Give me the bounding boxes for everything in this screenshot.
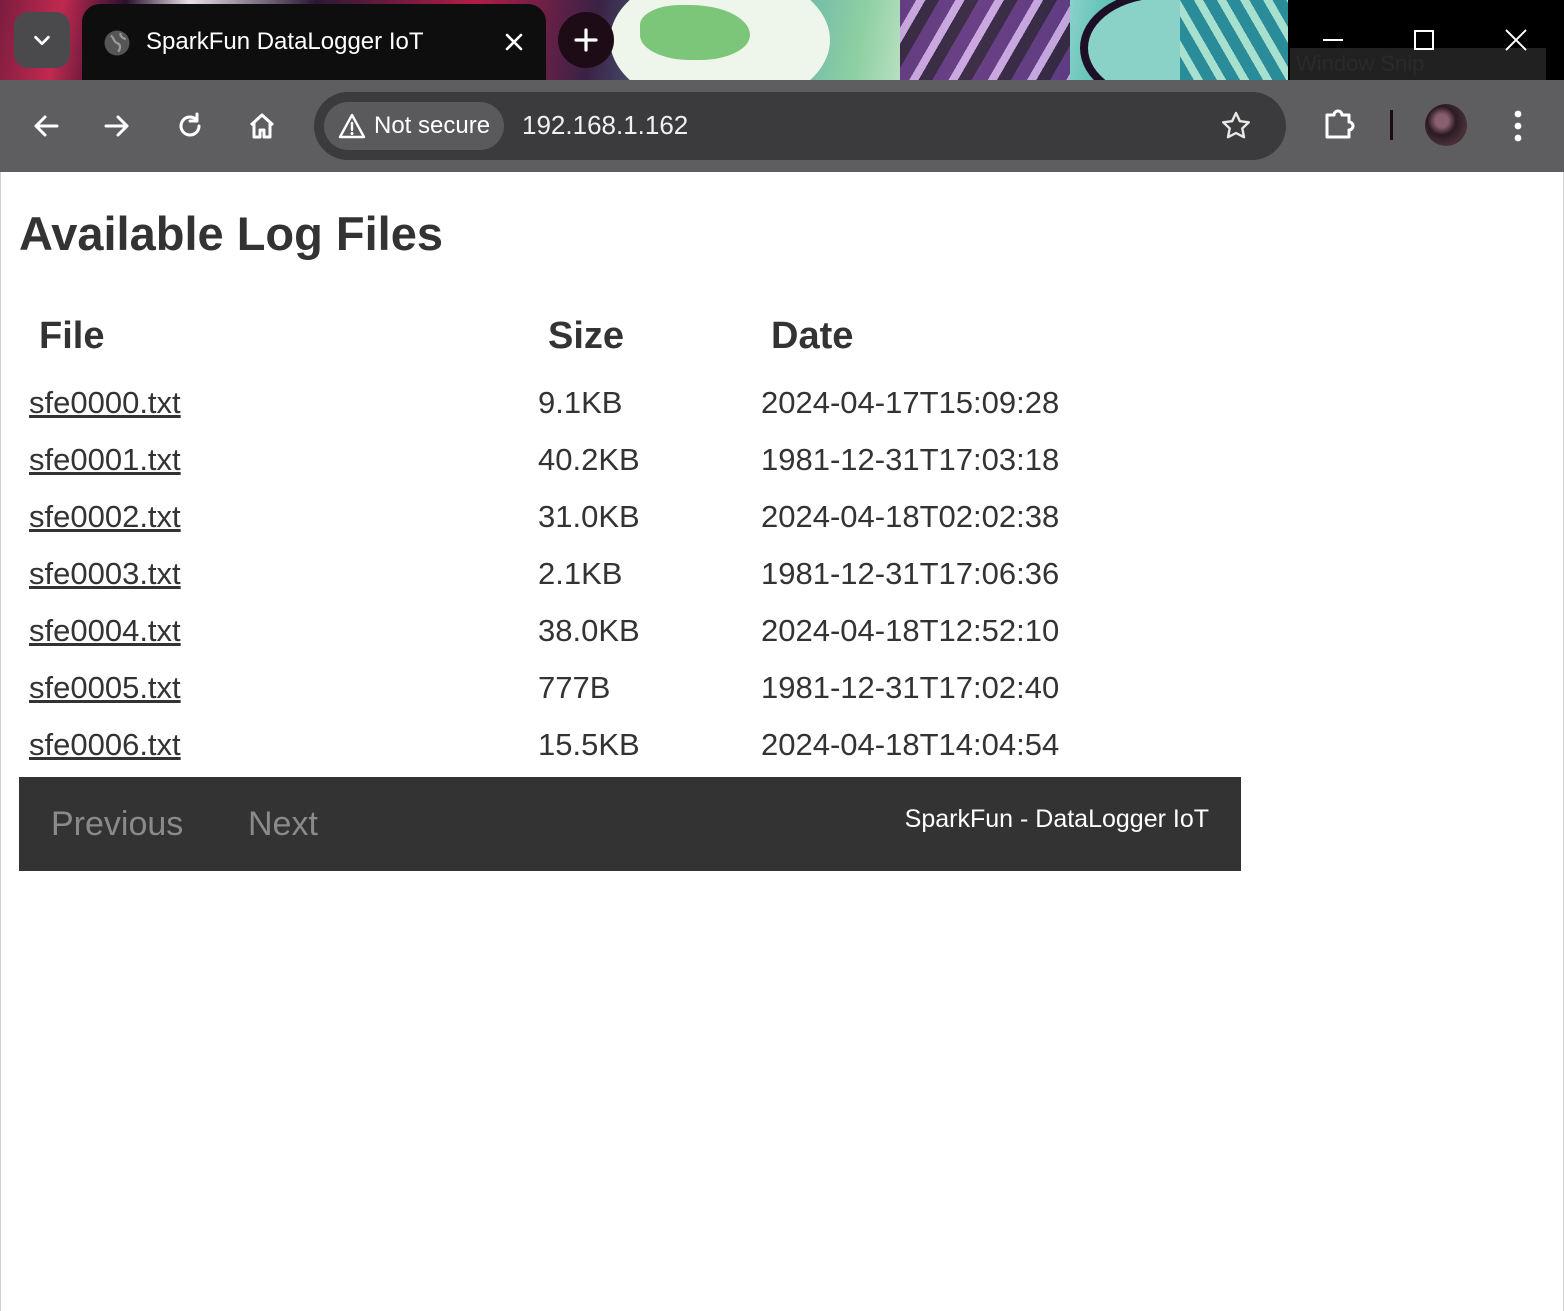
extensions-button[interactable] xyxy=(1316,100,1362,146)
toolbar-divider xyxy=(1390,110,1393,140)
table-row: sfe0003.txt 2.1KB 1981-12-31T17:06:36 xyxy=(19,545,1091,602)
site-info-chip[interactable]: Not secure xyxy=(324,102,504,150)
close-icon xyxy=(505,33,523,51)
column-header-size: Size xyxy=(548,314,625,357)
home-button[interactable] xyxy=(238,102,286,150)
file-cell: sfe0005.txt xyxy=(19,659,528,716)
table-row: sfe0000.txt 9.1KB 2024-04-17T15:09:28 xyxy=(19,374,1091,431)
chevron-down-icon xyxy=(34,35,50,46)
forward-button[interactable] xyxy=(93,102,141,150)
file-cell: sfe0006.txt xyxy=(19,716,528,773)
date-cell: 1981-12-31T17:06:36 xyxy=(761,555,1060,591)
page-title: Available Log Files xyxy=(19,207,443,260)
size-cell: 31.0KB xyxy=(538,498,640,534)
file-cell: sfe0002.txt xyxy=(19,488,528,545)
security-label: Not secure xyxy=(374,112,491,139)
bookmark-button[interactable] xyxy=(1218,108,1254,144)
column-header-file: File xyxy=(39,314,105,357)
kebab-icon xyxy=(1514,110,1522,142)
file-link[interactable]: sfe0001.txt xyxy=(29,442,181,477)
size-cell: 38.0KB xyxy=(538,612,640,648)
table-header-row: File Size Date xyxy=(19,298,1091,374)
browser-tab-active[interactable]: SparkFun DataLogger IoT xyxy=(82,4,546,80)
log-files-table: File Size Date sfe0000.txt 9.1KB 2024-04… xyxy=(19,298,1091,773)
minimize-icon xyxy=(1323,39,1343,41)
date-cell: 2024-04-17T15:09:28 xyxy=(761,384,1060,420)
back-button[interactable] xyxy=(22,102,70,150)
file-cell: sfe0003.txt xyxy=(19,545,528,602)
table-row: sfe0004.txt 38.0KB 2024-04-18T12:52:10 xyxy=(19,602,1091,659)
url-text[interactable]: 192.168.1.162 xyxy=(522,110,688,141)
file-link[interactable]: sfe0003.txt xyxy=(29,556,181,591)
date-cell: 2024-04-18T12:52:10 xyxy=(761,612,1060,648)
date-cell: 2024-04-18T02:02:38 xyxy=(761,498,1060,534)
footer-brand: SparkFun - DataLogger IoT xyxy=(904,805,1209,833)
reload-button[interactable] xyxy=(166,102,214,150)
file-cell: sfe0004.txt xyxy=(19,602,528,659)
tab-strip: SparkFun DataLogger IoT Window Snip xyxy=(0,0,1564,80)
column-header-date: Date xyxy=(771,314,854,357)
date-cell: 1981-12-31T17:03:18 xyxy=(761,441,1060,477)
size-cell: 2.1KB xyxy=(538,555,623,591)
pagination-footer: Previous Next SparkFun - DataLogger IoT xyxy=(19,777,1241,871)
tab-search-button[interactable] xyxy=(14,12,70,68)
puzzle-icon xyxy=(1325,109,1355,139)
page-content: Available Log Files File Size Date sfe00… xyxy=(0,172,1564,1311)
star-icon xyxy=(1222,111,1250,139)
size-cell: 40.2KB xyxy=(538,441,640,477)
theme-art xyxy=(900,0,1070,80)
new-tab-button[interactable] xyxy=(558,12,614,68)
table-row: sfe0001.txt 40.2KB 1981-12-31T17:03:18 xyxy=(19,431,1091,488)
date-cell: 2024-04-18T14:04:54 xyxy=(761,726,1060,762)
close-icon xyxy=(1505,29,1527,51)
globe-icon xyxy=(104,30,130,56)
tab-close-button[interactable] xyxy=(498,26,530,58)
previous-button[interactable]: Previous xyxy=(51,805,183,844)
file-link[interactable]: sfe0004.txt xyxy=(29,613,181,648)
maximize-button[interactable] xyxy=(1394,10,1454,70)
theme-art xyxy=(1180,0,1290,80)
profile-avatar[interactable] xyxy=(1425,104,1467,146)
address-bar[interactable]: Not secure 192.168.1.162 xyxy=(314,92,1286,160)
minimize-button[interactable] xyxy=(1303,10,1363,70)
browser-toolbar: Not secure 192.168.1.162 xyxy=(0,80,1564,172)
home-icon xyxy=(249,113,275,139)
tab-title: SparkFun DataLogger IoT xyxy=(146,28,424,55)
file-link[interactable]: sfe0000.txt xyxy=(29,385,181,420)
arrow-left-icon xyxy=(34,115,59,137)
arrow-right-icon xyxy=(104,115,129,137)
maximize-icon xyxy=(1414,30,1434,50)
browser-menu-button[interactable] xyxy=(1500,102,1536,150)
file-link[interactable]: sfe0005.txt xyxy=(29,670,181,705)
file-cell: sfe0001.txt xyxy=(19,431,528,488)
file-cell: sfe0000.txt xyxy=(19,374,528,431)
date-cell: 1981-12-31T17:02:40 xyxy=(761,669,1060,705)
file-link[interactable]: sfe0002.txt xyxy=(29,499,181,534)
table-row: sfe0006.txt 15.5KB 2024-04-18T14:04:54 xyxy=(19,716,1091,773)
size-cell: 777B xyxy=(538,669,611,705)
size-cell: 9.1KB xyxy=(538,384,623,420)
file-link[interactable]: sfe0006.txt xyxy=(29,727,181,762)
window-close-button[interactable] xyxy=(1486,10,1546,70)
plus-icon xyxy=(574,28,598,52)
warning-icon xyxy=(338,113,366,139)
table-row: sfe0002.txt 31.0KB 2024-04-18T02:02:38 xyxy=(19,488,1091,545)
next-button[interactable]: Next xyxy=(248,805,318,844)
table-row: sfe0005.txt 777B 1981-12-31T17:02:40 xyxy=(19,659,1091,716)
size-cell: 15.5KB xyxy=(538,726,640,762)
reload-icon xyxy=(179,112,201,137)
